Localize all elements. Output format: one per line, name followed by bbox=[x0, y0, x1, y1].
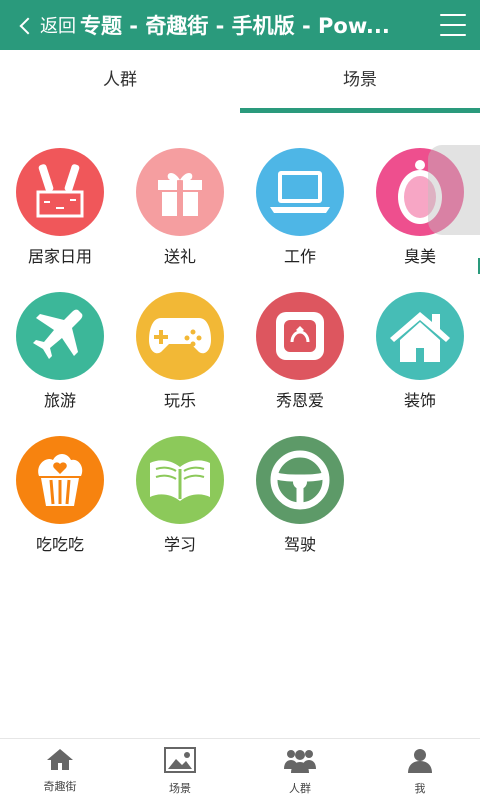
cupcake-icon bbox=[16, 436, 104, 524]
category-item[interactable]: 吃吃吃 bbox=[0, 436, 120, 555]
bottom-nav: 奇趣街 场景 人群 我 bbox=[0, 738, 480, 801]
category-label: 送礼 bbox=[163, 247, 196, 266]
menu-button[interactable] bbox=[440, 14, 466, 36]
category-item[interactable]: 玩乐 bbox=[120, 292, 240, 411]
image-icon bbox=[120, 747, 240, 777]
house-icon bbox=[376, 292, 464, 380]
steering-wheel-icon bbox=[256, 436, 344, 524]
back-label: 返回 bbox=[40, 16, 76, 37]
nav-scene[interactable]: 场景 bbox=[120, 739, 240, 801]
category-item[interactable]: 装饰 bbox=[360, 292, 480, 411]
category-item[interactable]: 旅游 bbox=[0, 292, 120, 411]
category-label: 工作 bbox=[283, 247, 316, 266]
nav-home[interactable]: 奇趣街 bbox=[0, 739, 120, 801]
category-label: 学习 bbox=[163, 535, 196, 554]
category-label: 旅游 bbox=[43, 391, 76, 410]
laptop-icon bbox=[256, 148, 344, 236]
app-header: 返回 专题 - 奇趣街 - 手机版 - Pow... bbox=[0, 0, 480, 50]
group-icon bbox=[240, 747, 360, 777]
home-icon bbox=[0, 747, 120, 775]
tab-bar: 人群 场景 bbox=[0, 53, 480, 113]
category-item[interactable]: 送礼 bbox=[120, 148, 240, 267]
category-item[interactable]: 工作 bbox=[240, 148, 360, 267]
category-item[interactable]: 秀恩爱 bbox=[240, 292, 360, 411]
user-icon bbox=[360, 747, 480, 777]
category-label: 秀恩爱 bbox=[275, 391, 324, 410]
category-item[interactable]: 学习 bbox=[120, 436, 240, 555]
tab-crowd[interactable]: 人群 bbox=[0, 53, 240, 113]
category-label: 吃吃吃 bbox=[35, 535, 84, 554]
book-icon bbox=[136, 436, 224, 524]
category-label: 玩乐 bbox=[163, 391, 196, 410]
scroll-overlay bbox=[428, 145, 480, 235]
hamburger-icon bbox=[440, 14, 466, 16]
gamepad-icon bbox=[136, 292, 224, 380]
category-item[interactable]: 驾驶 bbox=[240, 436, 360, 555]
page-title: 专题 - 奇趣街 - 手机版 - Pow... bbox=[80, 14, 390, 38]
back-button[interactable]: 返回 bbox=[19, 12, 76, 38]
bottles-icon bbox=[16, 148, 104, 236]
category-label: 驾驶 bbox=[283, 535, 316, 554]
nav-crowd[interactable]: 人群 bbox=[240, 739, 360, 801]
category-label: 装饰 bbox=[403, 391, 436, 410]
tab-scene[interactable]: 场景 bbox=[240, 53, 480, 113]
category-item[interactable]: 居家日用 bbox=[0, 148, 120, 267]
nav-me[interactable]: 我 bbox=[360, 739, 480, 801]
chevron-left-icon bbox=[19, 17, 37, 35]
ring-box-icon bbox=[256, 292, 344, 380]
gift-icon bbox=[136, 148, 224, 236]
airplane-icon bbox=[16, 292, 104, 380]
category-label: 臭美 bbox=[403, 247, 436, 266]
category-label: 居家日用 bbox=[27, 247, 92, 266]
